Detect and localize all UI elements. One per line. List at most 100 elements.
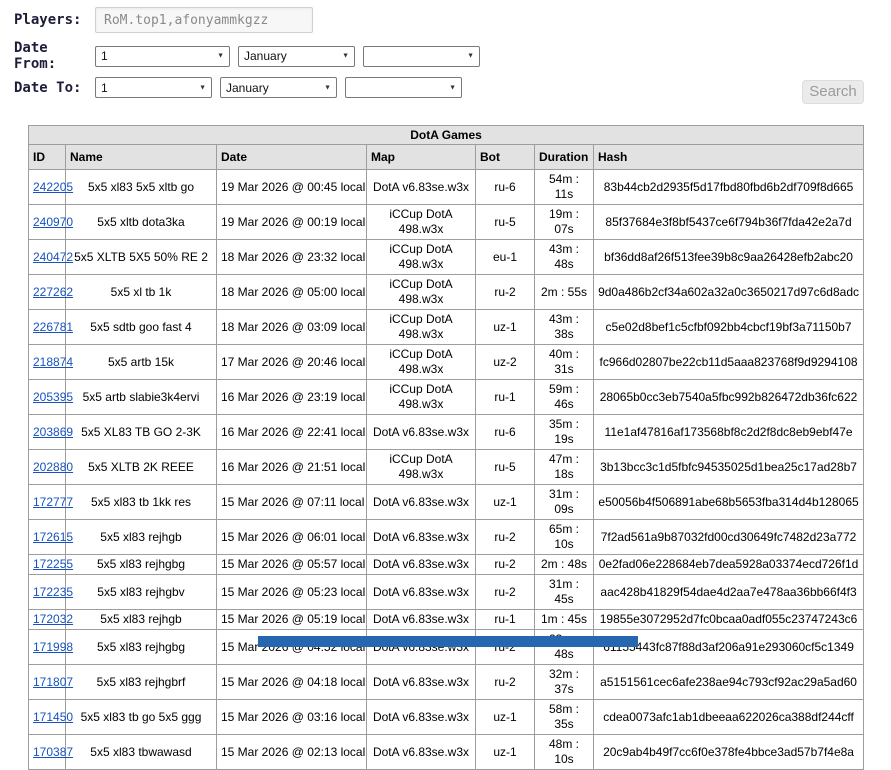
game-map-cell: iCCup DotA 498.w3x — [366, 309, 476, 345]
game-id-link[interactable]: 171807 — [33, 675, 73, 689]
game-id-cell: 171450 — [28, 699, 73, 735]
footer-bar — [258, 636, 638, 647]
game-id-link[interactable]: 218874 — [33, 355, 73, 369]
game-row: 203869 5x5 XL83 TB GO 2-3K 16 Mar 2026 @ 2… — [28, 414, 865, 450]
game-bot-cell: ru-6 — [475, 414, 535, 450]
game-bot-cell: uz-2 — [475, 344, 535, 380]
game-name-cell: 5x5 xl83 rejhgbg — [65, 629, 217, 665]
game-hash-cell: cdea0073afc1ab1dbeeaa622026ca388df244cff — [592, 699, 865, 735]
game-row: 205395 5x5 artb slabie3k4ervi 16 Mar 2026 … — [28, 379, 865, 415]
game-bot-cell: uz-1 — [475, 734, 535, 770]
game-map-cell: iCCup DotA 498.w3x — [366, 274, 476, 310]
date-from-row: Date From: 1 ▼ January ▼ ▼ — [14, 40, 877, 72]
game-name-cell: 5x5 artb slabie3k4ervi — [65, 379, 217, 415]
game-id-link[interactable]: 205395 — [33, 390, 73, 404]
game-duration-cell: 65m : 10s — [534, 519, 594, 555]
game-row: 171450 5x5 xl83 tb go 5x5 ggg 15 Mar 2026 … — [28, 699, 865, 735]
game-duration-cell: 31m : 45s — [534, 574, 594, 610]
date-from-day-select[interactable]: 1 ▼ — [95, 45, 230, 67]
game-name-cell: 5x5 XL83 TB GO 2-3K — [65, 414, 217, 450]
game-date-cell: 19 Mar 2026 @ 00:19 local — [216, 204, 367, 240]
game-duration-cell: 58m : 35s — [534, 699, 594, 735]
game-map-cell: DotA v6.83se.w3x — [366, 169, 476, 205]
game-id-link[interactable]: 242205 — [33, 180, 73, 194]
game-date-cell: 18 Mar 2026 @ 23:32 local — [216, 239, 367, 275]
game-map-cell: iCCup DotA 498.w3x — [366, 204, 476, 240]
game-id-link[interactable]: 172235 — [33, 585, 73, 599]
game-bot-cell: ru-5 — [475, 449, 535, 485]
game-id-cell: 172615 — [28, 519, 73, 555]
game-id-link[interactable]: 172777 — [33, 495, 73, 509]
game-bot-cell: ru-2 — [475, 519, 535, 555]
game-date-cell: 16 Mar 2026 @ 23:19 local — [216, 379, 367, 415]
game-hash-cell: 28065b0cc3eb7540a5fbc992b826472db36fc622 — [592, 379, 865, 415]
game-id-link[interactable]: 172615 — [33, 530, 73, 544]
game-bot-cell: uz-1 — [475, 484, 535, 520]
date-from-month-value: January — [244, 49, 287, 63]
game-hash-cell: 83b44cb2d2935f5d17fbd80fbd6b2df709f8d665 — [592, 169, 865, 205]
game-id-link[interactable]: 202880 — [33, 460, 73, 474]
game-hash-cell: 0e2fad06e228684eb7dea5928a03374ecd726f1d — [592, 554, 865, 575]
table-header-row: ID Name Date Map Bot Duration Hash — [28, 144, 865, 170]
game-hash-cell: 3b13bcc3c1d5fbfc94535025d1bea25c17ad28b7 — [592, 449, 865, 485]
game-map-cell: iCCup DotA 498.w3x — [366, 239, 476, 275]
game-id-link[interactable]: 227262 — [33, 285, 73, 299]
game-map-cell: DotA v6.83se.w3x — [366, 484, 476, 520]
game-row: 172032 5x5 xl83 rejhgb 15 Mar 2026 @ 05:19… — [28, 609, 865, 630]
game-id-cell: 203869 — [28, 414, 73, 450]
game-id-link[interactable]: 172032 — [33, 612, 73, 626]
chevron-down-icon: ▼ — [217, 52, 224, 60]
game-row: 226781 5x5 sdtb goo fast 4 18 Mar 2026 @ 0… — [28, 309, 865, 345]
games-table: DotA Games ID Name Date Map Bot Duration… — [27, 125, 865, 770]
game-hash-cell: 61155443fc87f88d3af206a91e293060cf5c1349 — [592, 629, 865, 665]
game-id-link[interactable]: 240970 — [33, 215, 73, 229]
game-duration-cell: 40m : 31s — [534, 344, 594, 380]
game-id-cell: 226781 — [28, 309, 73, 345]
chevron-down-icon: ▼ — [342, 52, 349, 60]
game-id-cell: 202880 — [28, 449, 73, 485]
game-duration-cell: 23m : 48s — [534, 629, 594, 665]
game-id-link[interactable]: 171450 — [33, 710, 73, 724]
game-name-cell: 5x5 xl83 rejhgbrf — [65, 664, 217, 700]
chevron-down-icon: ▼ — [449, 84, 456, 91]
game-bot-cell: ru-1 — [475, 609, 535, 630]
game-hash-cell: bf36dd8af26f513fee39b8c9aa26428efb2abc20 — [592, 239, 865, 275]
players-input[interactable] — [95, 7, 313, 33]
game-date-cell: 15 Mar 2026 @ 03:16 local — [216, 699, 367, 735]
date-to-month-select[interactable]: January ▼ — [220, 77, 337, 98]
game-bot-cell: ru-2 — [475, 574, 535, 610]
game-id-cell: 172777 — [28, 484, 73, 520]
game-row: 172235 5x5 xl83 rejhgbv 15 Mar 2026 @ 05:2… — [28, 574, 865, 610]
game-map-cell: iCCup DotA 498.w3x — [366, 449, 476, 485]
game-hash-cell: 85f37684e3f8bf5437ce6f794b36f7fda42e2a7d — [592, 204, 865, 240]
search-button[interactable]: Search — [802, 80, 864, 104]
date-to-day-select[interactable]: 1 ▼ — [95, 77, 212, 98]
game-hash-cell: e50056b4f506891abe68b5653fba314d4b128065 — [592, 484, 865, 520]
game-hash-cell: fc966d02807be22cb11d5aaa823768f9d9294108 — [592, 344, 865, 380]
game-id-link[interactable]: 172255 — [33, 557, 73, 571]
game-row: 242205 5x5 xl83 5x5 xltb go 19 Mar 2026 @ … — [28, 169, 865, 205]
game-id-link[interactable]: 203869 — [33, 425, 73, 439]
chevron-down-icon: ▼ — [467, 52, 474, 60]
game-id-link[interactable]: 240472 — [33, 250, 73, 264]
game-duration-cell: 2m : 48s — [534, 554, 594, 575]
game-date-cell: 19 Mar 2026 @ 00:45 local — [216, 169, 367, 205]
games-table-body: 242205 5x5 xl83 5x5 xltb go 19 Mar 2026 @ … — [28, 169, 865, 770]
game-map-cell: DotA v6.83se.w3x — [366, 414, 476, 450]
game-id-link[interactable]: 170387 — [33, 745, 73, 759]
game-map-cell: iCCup DotA 498.w3x — [366, 344, 476, 380]
date-from-year-select[interactable]: ▼ — [363, 45, 480, 67]
game-id-link[interactable]: 226781 — [33, 320, 73, 334]
date-to-row: Date To: 1 ▼ January ▼ ▼ — [14, 77, 877, 98]
search-form: Players: Date From: 1 ▼ January ▼ ▼ Date… — [0, 0, 891, 98]
game-row: 171807 5x5 xl83 rejhgbrf 15 Mar 2026 @ 04:… — [28, 664, 865, 700]
game-date-cell: 15 Mar 2026 @ 07:11 local — [216, 484, 367, 520]
date-to-year-select[interactable]: ▼ — [345, 77, 462, 98]
game-duration-cell: 2m : 55s — [534, 274, 594, 310]
date-to-label: Date To: — [14, 79, 82, 96]
game-duration-cell: 31m : 09s — [534, 484, 594, 520]
date-from-month-select[interactable]: January ▼ — [238, 45, 355, 67]
game-map-cell: DotA v6.83se.w3x — [366, 734, 476, 770]
game-bot-cell: ru-2 — [475, 274, 535, 310]
game-bot-cell: ru-2 — [475, 664, 535, 700]
